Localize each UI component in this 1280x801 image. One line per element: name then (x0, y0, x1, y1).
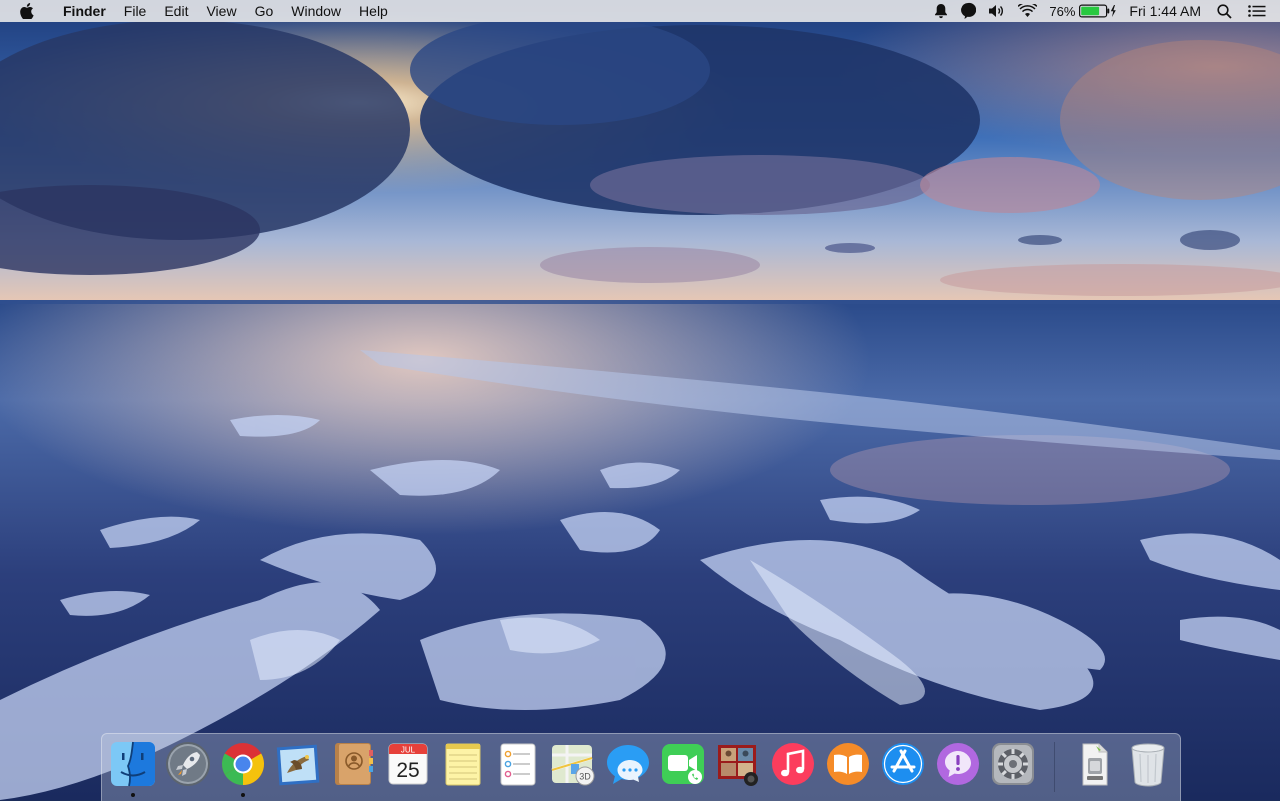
calendar-day: 25 (396, 759, 419, 782)
volume-icon[interactable] (982, 0, 1012, 22)
list-icon[interactable] (1242, 0, 1280, 22)
finder-icon (111, 741, 155, 787)
wifi-icon[interactable] (1012, 0, 1043, 22)
facetime-icon (662, 744, 704, 784)
dock-item-facetime[interactable] (659, 740, 707, 790)
chrome-icon (221, 743, 264, 785)
dock-item-chrome[interactable] (219, 740, 267, 797)
dock-item-system-preferences[interactable] (989, 740, 1037, 790)
dock-item-ibooks[interactable] (824, 740, 872, 790)
menu-bar: Finder File Edit View Go Window Help 76% (0, 0, 1280, 22)
dock-item-feedback-assistant[interactable] (934, 740, 982, 790)
dock-item-contacts[interactable] (329, 740, 377, 790)
running-indicator (241, 793, 245, 797)
maps-icon: 3D (551, 745, 595, 786)
menu-help[interactable]: Help (350, 0, 397, 22)
messages-icon (607, 745, 649, 784)
dock-item-trash[interactable] (1124, 740, 1172, 790)
menu-go[interactable]: Go (246, 0, 283, 22)
dock-separator (1054, 742, 1055, 792)
ibooks-icon (827, 743, 869, 785)
dock-item-reminders[interactable] (494, 740, 542, 790)
dock-item-finder[interactable] (109, 740, 157, 797)
photo-booth-icon (718, 745, 758, 786)
dock-item-messages[interactable] (604, 740, 652, 790)
menu-view[interactable]: View (197, 0, 245, 22)
desktop-wallpaper (0, 0, 1280, 800)
messaging-icon[interactable] (954, 0, 982, 22)
search-icon[interactable] (1207, 0, 1242, 22)
dock-item-app-store[interactable] (879, 740, 927, 790)
app-store-icon (882, 743, 924, 785)
menu-window[interactable]: Window (282, 0, 350, 22)
dock-item-itunes[interactable] (769, 740, 817, 790)
contacts-icon (335, 743, 373, 785)
menubar-clock[interactable]: Fri 1:44 AM (1123, 0, 1207, 22)
launchpad-icon (166, 742, 210, 786)
reminders-icon (500, 743, 536, 786)
maps-3d-label: 3D (579, 772, 591, 782)
trash-icon (1131, 743, 1165, 787)
dock-item-downloads[interactable] (1069, 740, 1117, 790)
dock-item-maps[interactable]: 3D (549, 740, 597, 790)
calendar-month: JUL (401, 746, 416, 755)
system-preferences-icon (992, 743, 1034, 785)
itunes-icon (772, 743, 814, 785)
running-indicator (131, 793, 135, 797)
menu-edit[interactable]: Edit (155, 0, 197, 22)
battery-icon[interactable] (1079, 0, 1123, 22)
feedback-icon (937, 743, 979, 785)
notification-bell-icon[interactable] (928, 0, 954, 22)
dock: JUL 25 3D (101, 733, 1181, 801)
apple-icon[interactable] (20, 0, 36, 22)
dock-item-launchpad[interactable] (164, 740, 212, 790)
mail-icon (276, 744, 320, 786)
menu-app-name[interactable]: Finder (54, 0, 115, 22)
dock-item-mail[interactable] (274, 740, 322, 790)
downloads-stack-icon (1082, 743, 1108, 786)
notes-icon (445, 743, 481, 786)
battery-percentage[interactable]: 76% (1043, 0, 1079, 22)
dock-item-notes[interactable] (439, 740, 487, 790)
calendar-icon: JUL 25 (388, 743, 428, 785)
dock-item-calendar[interactable]: JUL 25 (384, 740, 432, 790)
menu-file[interactable]: File (115, 0, 156, 22)
dock-item-photo-booth[interactable] (714, 740, 762, 790)
